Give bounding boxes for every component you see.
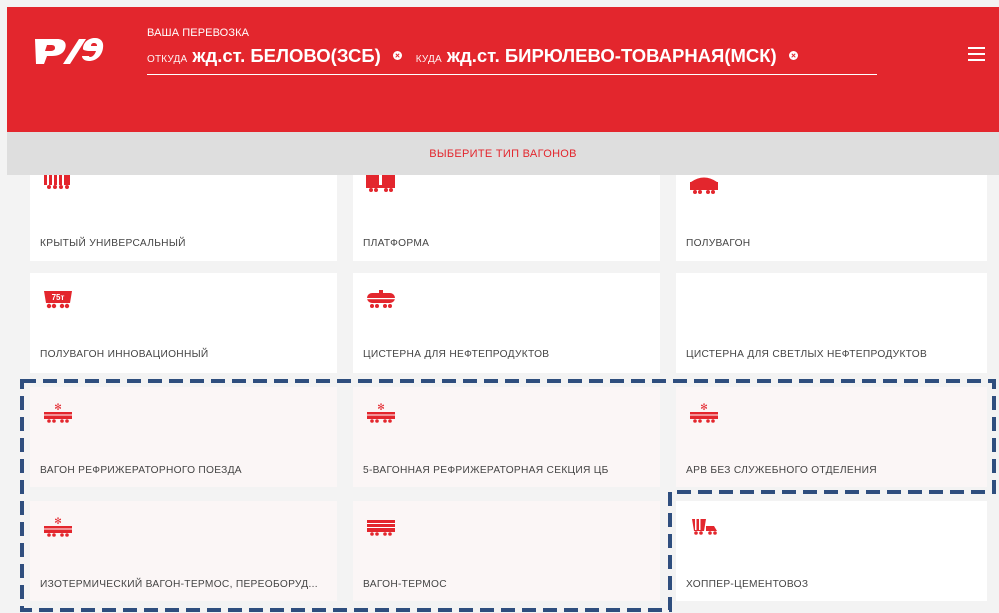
svg-text:✻: ✻ — [700, 403, 708, 413]
wagon-card-isothermal[interactable]: ✻ ИЗОТЕРМИЧЕСКИЙ ВАГОН-ТЕРМОС, ПЕРЕОБОРУ… — [30, 501, 337, 601]
platform-wagon-icon — [366, 175, 395, 192]
wagon-card-label: ВАГОН РЕФРИЖЕРАТОРНОГО ПОЕЗДА — [40, 465, 242, 476]
wagon-card-arv[interactable]: ✻ АРВ БЕЗ СЛУЖЕБНОГО ОТДЕЛЕНИЯ — [676, 387, 987, 487]
tank-wagon-icon — [367, 290, 395, 308]
wagon-card-gondola[interactable]: ПОЛУВАГОН — [676, 175, 987, 261]
svg-text:✻: ✻ — [377, 403, 385, 413]
refrigerator-wagon-icon: ✻ — [44, 403, 72, 423]
wagon-card-refrigerator-train[interactable]: ✻ ВАГОН РЕФРИЖЕРАТОРНОГО ПОЕЗДА — [30, 387, 337, 487]
wagon-card-label: ПОЛУВАГОН — [686, 238, 751, 249]
wagon-card-label: ВАГОН-ТЕРМОС — [363, 579, 447, 590]
covered-wagon-icon — [44, 175, 70, 189]
innovative-gondola-icon: 75т — [44, 291, 72, 309]
wagon-card-hopper-cement[interactable]: ХОППЕР-ЦЕМЕНТОВОЗ — [676, 501, 987, 601]
svg-text:75т: 75т — [52, 293, 65, 302]
wagon-card-innovative-gondola[interactable]: 75т ПОЛУВАГОН ИННОВАЦИОННЫЙ — [30, 273, 337, 373]
refrigerator-wagon-icon: ✻ — [44, 517, 72, 537]
wagon-card-covered[interactable]: КРЫТЫЙ УНИВЕРСАЛЬНЫЙ — [30, 175, 337, 261]
wagon-card-platform[interactable]: ПЛАТФОРМА — [353, 175, 660, 261]
wagon-card-5-section-refrigerator[interactable]: ✻ 5-ВАГОННАЯ РЕФРИЖЕРАТОРНАЯ СЕКЦИЯ ЦБ — [353, 387, 660, 487]
wagon-card-tank[interactable]: ЦИСТЕРНА ДЛЯ НЕФТЕПРОДУКТОВ — [353, 273, 660, 373]
gondola-wagon-icon — [690, 177, 718, 194]
wagon-card-label: ЦИСТЕРНА ДЛЯ НЕФТЕПРОДУКТОВ — [363, 349, 550, 360]
svg-text:✻: ✻ — [54, 517, 62, 527]
wagon-card-label: ХОППЕР-ЦЕМЕНТОВОЗ — [686, 579, 809, 590]
wagon-card-label: ЦИСТЕРНА ДЛЯ СВЕТЛЫХ НЕФТЕПРОДУКТОВ — [686, 349, 928, 360]
wagon-card-label: КРЫТЫЙ УНИВЕРСАЛЬНЫЙ — [40, 238, 186, 249]
hopper-cement-wagon-icon — [692, 519, 717, 535]
wagon-card-label: ПЛАТФОРМА — [363, 238, 430, 249]
thermos-wagon-icon — [367, 520, 395, 536]
wagon-card-label: ПОЛУВАГОН ИННОВАЦИОННЫЙ — [40, 349, 209, 360]
wagon-card-light-tank[interactable]: ЦИСТЕРНА ДЛЯ СВЕТЛЫХ НЕФТЕПРОДУКТОВ — [676, 273, 987, 373]
wagon-card-label: 5-ВАГОННАЯ РЕФРИЖЕРАТОРНАЯ СЕКЦИЯ ЦБ — [363, 465, 609, 476]
wagon-card-thermos[interactable]: ВАГОН-ТЕРМОС — [353, 501, 660, 601]
svg-text:✻: ✻ — [54, 403, 62, 413]
wagon-grid: КРЫТЫЙ УНИВЕРСАЛЬНЫЙ ПЛАТФОРМА ПОЛУВАГОН… — [0, 0, 999, 613]
refrigerator-wagon-icon: ✻ — [367, 403, 395, 423]
refrigerator-wagon-icon: ✻ — [690, 403, 718, 423]
wagon-card-label: ИЗОТЕРМИЧЕСКИЙ ВАГОН-ТЕРМОС, ПЕРЕОБОРУД.… — [40, 579, 318, 590]
wagon-card-label: АРВ БЕЗ СЛУЖЕБНОГО ОТДЕЛЕНИЯ — [686, 465, 877, 476]
